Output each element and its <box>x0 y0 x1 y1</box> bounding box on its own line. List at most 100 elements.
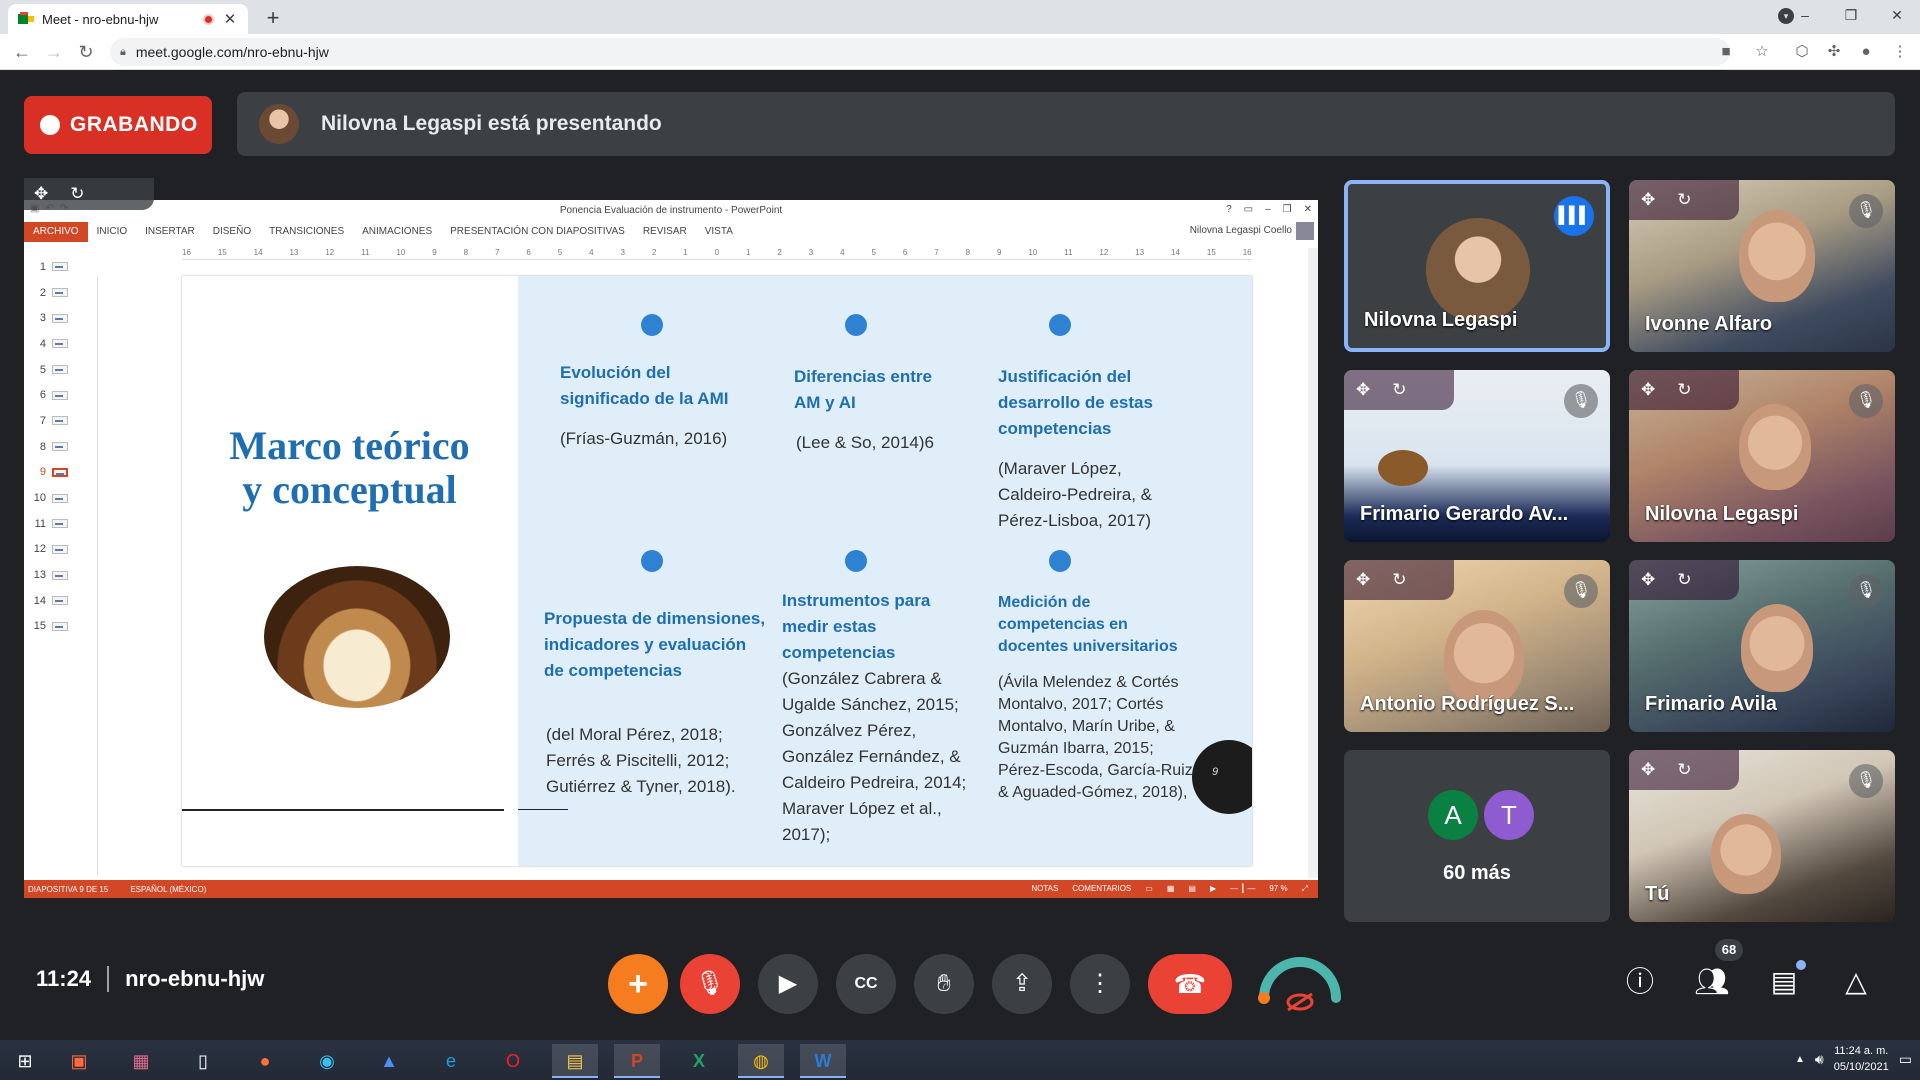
refresh-icon[interactable]: ↻ <box>1392 570 1406 590</box>
camera-toggle-button[interactable]: ▶ <box>758 954 818 1014</box>
back-arrow-icon[interactable]: ← <box>10 40 34 64</box>
address-bar[interactable]: 🔒︎ meet.google.com/nro-ebnu-hjw <box>110 38 1730 66</box>
help-icon[interactable]: ? <box>1226 204 1232 215</box>
status-comments-button[interactable]: COMENTARIOS <box>1072 884 1131 894</box>
slide-thumbnail[interactable]: 6 <box>24 382 84 408</box>
ppt-close-icon[interactable]: ✕ <box>1304 204 1312 215</box>
ribbon-tab-archivo[interactable]: ARCHIVO <box>24 222 88 242</box>
leave-call-button[interactable]: ☎ <box>1148 954 1232 1014</box>
word-icon[interactable]: W <box>800 1044 846 1078</box>
firefox-icon[interactable]: ● <box>242 1044 288 1078</box>
participant-tile[interactable]: ▌▌▌ Nilovna Legaspi <box>1344 180 1610 352</box>
participant-tile[interactable]: ✥ ↻ 🎙︎ Frimario Avila <box>1629 560 1895 732</box>
new-tab-button[interactable]: + <box>260 6 286 32</box>
minimize-icon[interactable]: – <box>1782 7 1828 23</box>
file-explorer-icon[interactable]: ▤ <box>552 1044 598 1078</box>
ribbon-display-icon[interactable]: ▭ <box>1244 204 1253 215</box>
browser-tab-meet[interactable]: Meet - nro-ebnu-hjw ✕ <box>8 4 248 34</box>
slide-thumbnail[interactable]: 5 <box>24 357 84 383</box>
pin-move-icon[interactable]: ✥ <box>1641 380 1655 400</box>
close-window-icon[interactable]: ✕ <box>1874 7 1920 24</box>
slide-thumbnail[interactable]: 3 <box>24 305 84 331</box>
app-icon[interactable]: ▦ <box>118 1044 164 1078</box>
tray-clock[interactable]: 11:24 a. m. 05/10/2021 <box>1834 1043 1889 1075</box>
tray-expand-icon[interactable]: ▲ <box>1795 1054 1805 1065</box>
opera-icon[interactable]: O <box>490 1044 536 1078</box>
participant-tile[interactable]: ✥ ↻ 🎙︎ Antonio Rodríguez S... <box>1344 560 1610 732</box>
participant-tile[interactable]: ✥ ↻ 🎙︎ Nilovna Legaspi <box>1629 370 1895 542</box>
ppt-minimize-icon[interactable]: – <box>1265 204 1271 215</box>
ppt-restore-icon[interactable]: ❐ <box>1283 204 1292 215</box>
pin-move-icon[interactable]: ✥ <box>1641 190 1655 210</box>
pin-move-icon[interactable]: ✥ <box>1356 570 1370 590</box>
slide-thumbnail[interactable]: 4 <box>24 331 84 357</box>
extension-gauge-icon[interactable] <box>1256 946 1344 1016</box>
ribbon-tab-animaciones[interactable]: ANIMACIONES <box>353 222 441 242</box>
ribbon-tab-diseno[interactable]: DISEÑO <box>204 222 260 242</box>
slide-thumbnail[interactable]: 1 <box>24 254 84 280</box>
slide-thumbnail[interactable]: 8 <box>24 434 84 460</box>
cube-extension-icon[interactable]: ⬡ <box>1792 42 1812 62</box>
slideshow-view-icon[interactable]: ▶ <box>1210 884 1216 894</box>
slide-thumbnail[interactable]: 9 <box>24 460 84 486</box>
reading-view-icon[interactable]: ▤ <box>1188 884 1196 894</box>
refresh-icon[interactable]: ↻ <box>70 184 84 204</box>
file-icon[interactable]: ▯ <box>180 1044 226 1078</box>
sorter-view-icon[interactable]: ▦ <box>1167 884 1175 894</box>
others-tile[interactable]: A T 60 más <box>1344 750 1610 922</box>
slide-thumbnail[interactable]: 2 <box>24 280 84 306</box>
slide-thumbnail[interactable]: 7 <box>24 408 84 434</box>
forward-arrow-icon[interactable]: → <box>42 40 66 64</box>
excel-icon[interactable]: X <box>676 1044 722 1078</box>
slide-thumbnail[interactable]: 11 <box>24 511 84 537</box>
zoom-slider[interactable]: — ┃ — <box>1230 884 1255 894</box>
slide-thumbnail[interactable]: 15 <box>24 614 84 640</box>
participants-button[interactable]: 👥︎ <box>1688 958 1736 1006</box>
fit-slide-icon[interactable]: ⤢ <box>1302 884 1308 894</box>
recording-badge[interactable]: GRABANDO <box>24 96 212 154</box>
edge-icon[interactable]: ◉ <box>304 1044 350 1078</box>
slide-thumbnail[interactable]: 14 <box>24 588 84 614</box>
pin-move-icon[interactable]: ✥ <box>1641 760 1655 780</box>
activities-button[interactable]: △ <box>1832 958 1880 1006</box>
chrome-icon[interactable]: ◍ <box>738 1044 784 1078</box>
puzzle-extensions-icon[interactable]: ✣ <box>1824 42 1844 62</box>
notifications-icon[interactable]: ▭ <box>1899 1051 1912 1068</box>
close-tab-icon[interactable]: ✕ <box>222 10 238 28</box>
present-now-button[interactable]: ⇪ <box>992 954 1052 1014</box>
more-options-button[interactable]: ⋮ <box>1070 954 1130 1014</box>
refresh-icon[interactable]: ↻ <box>1677 760 1691 780</box>
pin-move-icon[interactable]: ✥ <box>1356 380 1370 400</box>
profile-avatar-icon[interactable]: ● <box>1856 42 1876 62</box>
ribbon-tab-vista[interactable]: VISTA <box>696 222 742 242</box>
refresh-icon[interactable]: ↻ <box>1677 190 1691 210</box>
add-activity-button[interactable]: + <box>608 954 668 1014</box>
participant-tile[interactable]: ✥ ↻ 🎙︎ Ivonne Alfaro <box>1629 180 1895 352</box>
powerpoint-icon[interactable]: P <box>614 1044 660 1078</box>
refresh-icon[interactable]: ↻ <box>1677 570 1691 590</box>
slide-thumbnail[interactable]: 13 <box>24 562 84 588</box>
start-windows-icon[interactable]: ⊞ <box>2 1044 48 1078</box>
status-notes-button[interactable]: NOTAS <box>1031 884 1058 894</box>
meeting-info-button[interactable]: ⓘ <box>1616 958 1664 1006</box>
bookmark-star-icon[interactable]: ☆ <box>1752 42 1772 62</box>
captions-button[interactable]: CC <box>836 954 896 1014</box>
raise-hand-button[interactable]: ✋︎ <box>914 954 974 1014</box>
pin-move-icon[interactable]: ✥ <box>1641 570 1655 590</box>
refresh-icon[interactable]: ↻ <box>1392 380 1406 400</box>
vertical-scrollbar[interactable] <box>1308 248 1318 878</box>
move-pin-icon[interactable]: ✥ <box>34 184 48 204</box>
reload-icon[interactable]: ↻ <box>74 40 98 64</box>
mic-toggle-button[interactable]: 🎙︎ <box>680 954 740 1014</box>
slide-thumbnail[interactable]: 12 <box>24 537 84 563</box>
camera-status-icon[interactable]: ■ <box>1716 42 1736 62</box>
self-view-tile[interactable]: ✥ ↻ 🎙︎ Tú <box>1629 750 1895 922</box>
normal-view-icon[interactable]: ▭ <box>1145 884 1153 894</box>
internet-explorer-icon[interactable]: e <box>428 1044 474 1078</box>
ribbon-tab-revisar[interactable]: REVISAR <box>634 222 696 242</box>
volume-icon[interactable]: 🔊︎ <box>1815 1051 1824 1068</box>
app-icon[interactable]: ▲ <box>366 1044 412 1078</box>
restore-icon[interactable]: ❐ <box>1828 7 1874 24</box>
ribbon-tab-inicio[interactable]: INICIO <box>88 222 137 242</box>
menu-kebab-icon[interactable]: ⋮ <box>1890 42 1910 62</box>
